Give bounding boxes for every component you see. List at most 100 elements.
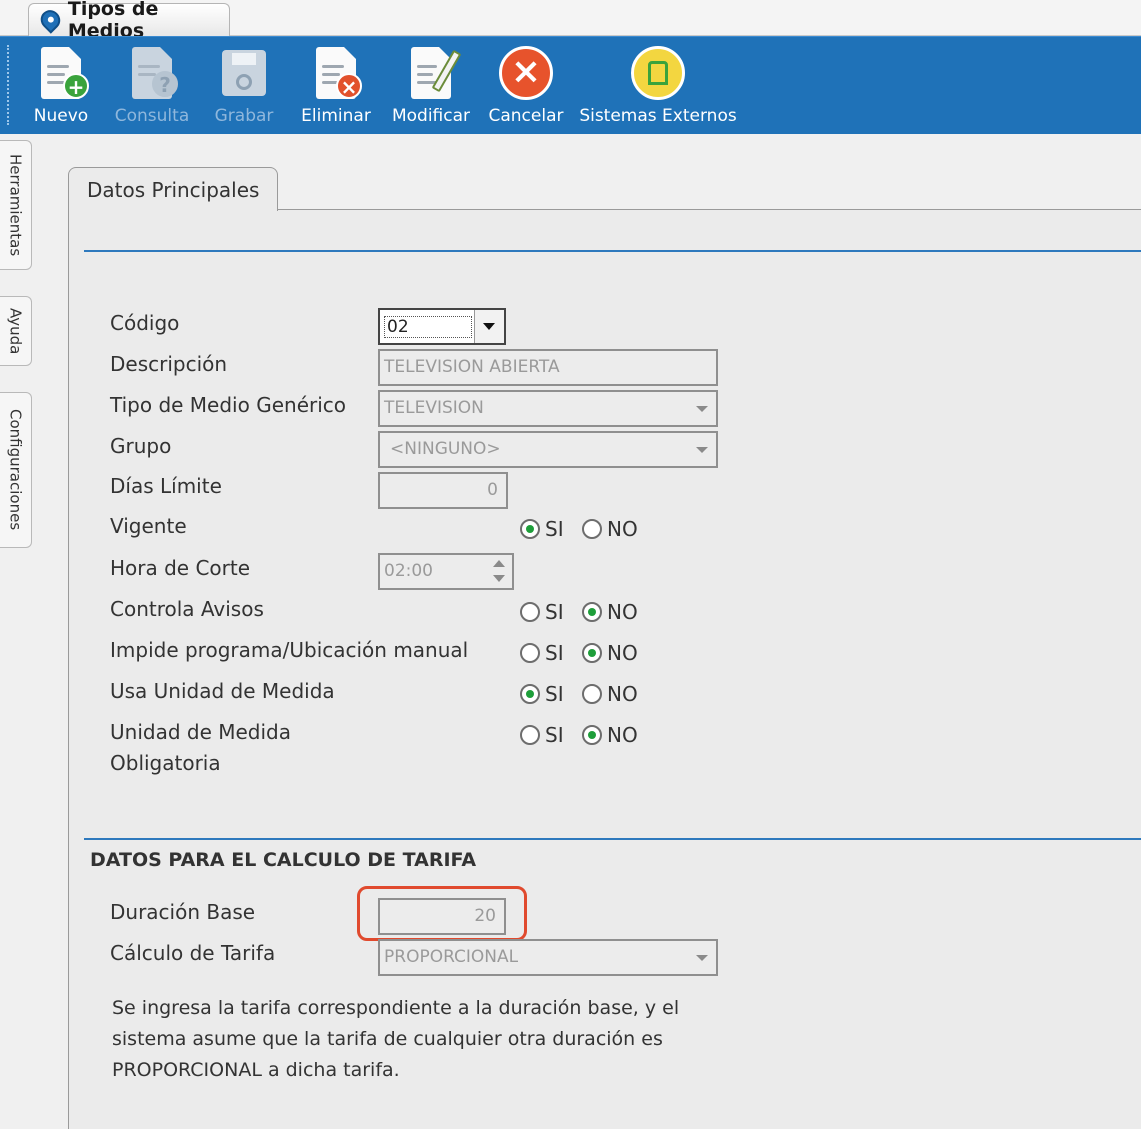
radio-selected-icon [520, 519, 540, 539]
dias-limite-value: 0 [487, 480, 498, 500]
modificar-button[interactable]: Modificar [388, 43, 474, 131]
controla-avisos-si-radio[interactable]: SI [520, 600, 564, 624]
side-tab-ayuda-label: Ayuda [6, 307, 25, 355]
chevron-down-icon [483, 323, 495, 330]
descripcion-field[interactable]: TELEVISION ABIERTA [378, 349, 718, 386]
chevron-down-icon [696, 406, 708, 412]
radio-unselected-icon [520, 602, 540, 622]
vigente-label: Vigente [110, 514, 187, 538]
external-systems-icon [628, 43, 688, 103]
impide-programa-no-radio[interactable]: NO [582, 641, 638, 665]
unidad-medida-obligatoria-label-line1: Unidad de Medida [110, 720, 291, 744]
toolbar: + Nuevo ? Consulta Grabar × Eliminar Mod… [0, 36, 1141, 134]
unidad-medida-obligatoria-si-radio[interactable]: SI [520, 723, 564, 747]
side-tab-ayuda[interactable]: Ayuda [0, 296, 32, 366]
tipo-medio-generico-value: TELEVISION [384, 398, 484, 418]
calculo-tarifa-select[interactable]: PROPORCIONAL [378, 939, 718, 976]
tarifa-description-line3: PROPORCIONAL a dicha tarifa. [112, 1059, 400, 1081]
calculo-tarifa-value: PROPORCIONAL [384, 947, 519, 967]
hora-corte-label: Hora de Corte [110, 556, 251, 580]
codigo-label: Código [110, 311, 180, 335]
sistemas-externos-button[interactable]: Sistemas Externos [579, 43, 737, 131]
radio-selected-icon [582, 643, 602, 663]
unidad-medida-obligatoria-no-radio[interactable]: NO [582, 723, 638, 747]
usa-unidad-medida-no-radio[interactable]: NO [582, 682, 638, 706]
toolbar-grip[interactable] [7, 45, 9, 125]
controla-avisos-no-text: NO [607, 600, 638, 624]
grabar-button[interactable]: Grabar [212, 43, 276, 131]
impide-programa-label: Impide programa/Ubicación manual [110, 638, 469, 662]
delete-document-icon: × [306, 43, 366, 103]
section-separator-tarifa [84, 838, 1141, 840]
radio-selected-icon [582, 725, 602, 745]
app-drop-icon [36, 6, 65, 34]
window-tab-tipos-de-medios[interactable]: Tipos de Medios [28, 0, 230, 42]
unidad-medida-obligatoria-no-text: NO [607, 723, 638, 747]
impide-programa-no-text: NO [607, 641, 638, 665]
spin-down-icon[interactable] [493, 575, 505, 582]
duracion-base-label: Duración Base [110, 900, 256, 924]
edit-document-icon [401, 43, 462, 103]
new-document-icon: + [31, 43, 91, 103]
controla-avisos-label: Controla Avisos [110, 597, 264, 621]
grupo-select[interactable]: <NINGUNO> [378, 431, 718, 468]
nuevo-label: Nuevo [33, 106, 89, 126]
usa-unidad-medida-si-radio[interactable]: SI [520, 682, 564, 706]
grupo-value: <NINGUNO> [390, 439, 501, 459]
tarifa-section-title: DATOS PARA EL CALCULO DE TARIFA [90, 849, 477, 871]
side-tab-herramientas-label: Herramientas [6, 153, 25, 257]
usa-unidad-medida-si-text: SI [545, 682, 564, 706]
radio-selected-icon [520, 684, 540, 704]
cancelar-button[interactable]: × Cancelar [486, 43, 566, 131]
save-disk-icon [214, 43, 274, 103]
tarifa-description-line1: Se ingresa la tarifa correspondiente a l… [112, 997, 680, 1019]
consulta-label: Consulta [114, 106, 190, 126]
hora-corte-spinner[interactable]: 02:00 [378, 553, 514, 590]
impide-programa-si-text: SI [545, 641, 564, 665]
tarifa-description: Se ingresa la tarifa correspondiente a l… [112, 993, 679, 1086]
codigo-dropdown-button[interactable] [474, 310, 504, 343]
side-tab-configuraciones[interactable]: Configuraciones [0, 392, 32, 548]
section-separator-top [84, 250, 1141, 252]
chevron-down-icon [696, 955, 708, 961]
unidad-medida-obligatoria-si-text: SI [545, 723, 564, 747]
controla-avisos-no-radio[interactable]: NO [582, 600, 638, 624]
sistemas-externos-label: Sistemas Externos [579, 106, 737, 126]
spin-up-icon[interactable] [493, 560, 505, 567]
codigo-value: 02 [384, 316, 472, 338]
grupo-label: Grupo [110, 434, 172, 458]
calculo-tarifa-label: Cálculo de Tarifa [110, 941, 276, 965]
eliminar-label: Eliminar [301, 106, 371, 126]
query-document-icon: ? [122, 43, 182, 103]
descripcion-label: Descripción [110, 352, 228, 376]
descripcion-value: TELEVISION ABIERTA [384, 357, 560, 377]
vigente-si-radio[interactable]: SI [520, 517, 564, 541]
radio-unselected-icon [520, 643, 540, 663]
dias-limite-field[interactable]: 0 [378, 472, 508, 509]
radio-unselected-icon [582, 519, 602, 539]
side-tab-configuraciones-label: Configuraciones [6, 409, 25, 531]
codigo-select[interactable]: 02 [378, 308, 506, 345]
tipo-medio-generico-label: Tipo de Medio Genérico [110, 393, 347, 417]
cancelar-label: Cancelar [488, 106, 564, 126]
hora-corte-value: 02:00 [384, 561, 433, 581]
content-panel [68, 209, 1141, 1129]
tipo-medio-generico-select[interactable]: TELEVISION [378, 390, 718, 427]
radio-selected-icon [582, 602, 602, 622]
vigente-no-text: NO [607, 517, 638, 541]
impide-programa-si-radio[interactable]: SI [520, 641, 564, 665]
nuevo-button[interactable]: + Nuevo [30, 43, 92, 131]
eliminar-button[interactable]: × Eliminar [300, 43, 372, 131]
tab-datos-principales-label: Datos Principales [87, 178, 260, 202]
unidad-medida-obligatoria-label-line2: Obligatoria [110, 751, 221, 775]
usa-unidad-medida-no-text: NO [607, 682, 638, 706]
tab-datos-principales[interactable]: Datos Principales [68, 167, 278, 211]
vigente-no-radio[interactable]: NO [582, 517, 638, 541]
radio-unselected-icon [582, 684, 602, 704]
controla-avisos-si-text: SI [545, 600, 564, 624]
duracion-base-highlight [357, 886, 527, 941]
cancel-icon: × [496, 43, 556, 103]
consulta-button[interactable]: ? Consulta [114, 43, 190, 131]
usa-unidad-medida-label: Usa Unidad de Medida [110, 679, 335, 703]
side-tab-herramientas[interactable]: Herramientas [0, 140, 32, 270]
